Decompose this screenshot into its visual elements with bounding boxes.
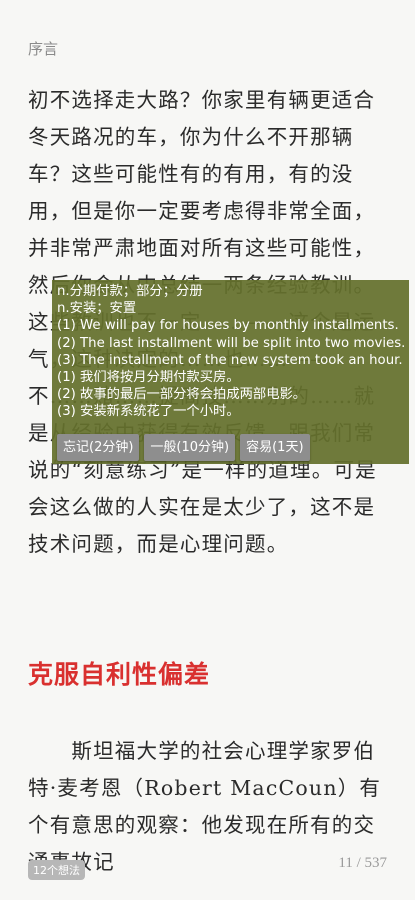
review-button-row: 忘记(2分钟) 一般(10分钟) 容易(1天) <box>57 434 310 461</box>
forget-button[interactable]: 忘记(2分钟) <box>57 434 140 461</box>
example-zh-1: (1) 我们将按月分期付款买房。 <box>57 370 240 386</box>
example-en-1: (1) We will pay for houses by monthly in… <box>57 318 399 334</box>
example-en-3: (3) The installment of the new system to… <box>57 352 403 368</box>
section-title: 克服自利性偏差 <box>28 660 211 689</box>
definition-line-1: n.分期付款；部分；分册 <box>57 284 203 299</box>
normal-button[interactable]: 一般(10分钟) <box>144 434 236 461</box>
dictionary-popup: n.分期付款；部分；分册 n.安装；安置 (1) We will pay for… <box>52 280 409 464</box>
easy-button[interactable]: 容易(1天) <box>240 434 310 461</box>
body-paragraph-3: 斯坦福大学的社会心理学家罗伯特·麦考恩（Robert MacCoun）有个有意思… <box>28 739 382 874</box>
chapter-title: 序言 <box>28 41 59 58</box>
example-zh-3: (3) 安装新系统花了一个小时。 <box>57 404 240 420</box>
example-zh-2: (2) 故事的最后一部分将会拍成两部电影。 <box>57 387 307 403</box>
example-en-2: (2) The last installment will be split i… <box>57 335 404 351</box>
page-indicator: 11 / 537 <box>338 855 387 871</box>
definition-line-2: n.安装；安置 <box>57 301 137 317</box>
notes-badge[interactable]: 12个想法 <box>28 860 85 880</box>
